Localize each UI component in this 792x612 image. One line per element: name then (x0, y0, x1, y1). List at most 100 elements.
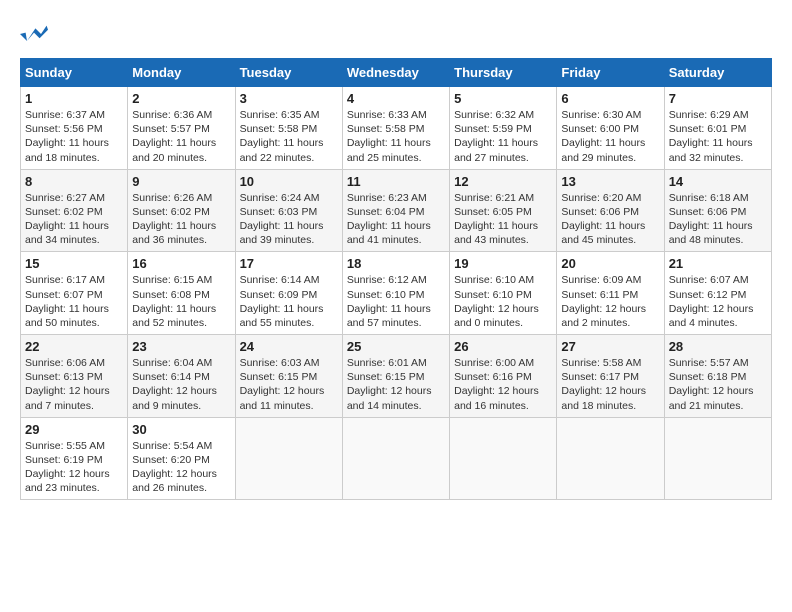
calendar-cell: 30 Sunrise: 5:54 AM Sunset: 6:20 PM Dayli… (128, 417, 235, 500)
day-number: 25 (347, 339, 445, 354)
header-cell-saturday: Saturday (664, 59, 771, 87)
calendar-cell: 9 Sunrise: 6:26 AM Sunset: 6:02 PM Daylig… (128, 169, 235, 252)
day-number: 11 (347, 174, 445, 189)
calendar-cell: 21 Sunrise: 6:07 AM Sunset: 6:12 PM Dayli… (664, 252, 771, 335)
day-info: Sunrise: 6:09 AM Sunset: 6:11 PM Dayligh… (561, 273, 659, 330)
day-number: 8 (25, 174, 123, 189)
calendar-cell: 5Sunrise: 6:32 AM Sunset: 5:59 PM Daylig… (450, 87, 557, 170)
day-info: Sunrise: 6:26 AM Sunset: 6:02 PM Dayligh… (132, 191, 230, 248)
calendar-cell (557, 417, 664, 500)
calendar-cell: 25 Sunrise: 6:01 AM Sunset: 6:15 PM Dayli… (342, 335, 449, 418)
day-info: Sunrise: 6:35 AM Sunset: 5:58 PM Dayligh… (240, 108, 338, 165)
logo-icon (20, 20, 48, 48)
day-info: Sunrise: 5:55 AM Sunset: 6:19 PM Dayligh… (25, 439, 123, 496)
calendar-week-2: 8 Sunrise: 6:27 AM Sunset: 6:02 PM Daylig… (21, 169, 772, 252)
header-cell-thursday: Thursday (450, 59, 557, 87)
day-number: 10 (240, 174, 338, 189)
day-info: Sunrise: 6:18 AM Sunset: 6:06 PM Dayligh… (669, 191, 767, 248)
day-info: Sunrise: 6:14 AM Sunset: 6:09 PM Dayligh… (240, 273, 338, 330)
day-info: Sunrise: 6:04 AM Sunset: 6:14 PM Dayligh… (132, 356, 230, 413)
calendar-header: SundayMondayTuesdayWednesdayThursdayFrid… (21, 59, 772, 87)
day-number: 30 (132, 422, 230, 437)
calendar-cell: 1 Sunrise: 6:37 AM Sunset: 5:56 PM Daylig… (21, 87, 128, 170)
calendar-cell: 22 Sunrise: 6:06 AM Sunset: 6:13 PM Dayli… (21, 335, 128, 418)
day-info: Sunrise: 6:24 AM Sunset: 6:03 PM Dayligh… (240, 191, 338, 248)
day-number: 9 (132, 174, 230, 189)
day-info: Sunrise: 6:10 AM Sunset: 6:10 PM Dayligh… (454, 273, 552, 330)
day-info: Sunrise: 5:54 AM Sunset: 6:20 PM Dayligh… (132, 439, 230, 496)
day-info: Sunrise: 6:03 AM Sunset: 6:15 PM Dayligh… (240, 356, 338, 413)
calendar-cell: 20 Sunrise: 6:09 AM Sunset: 6:11 PM Dayli… (557, 252, 664, 335)
day-number: 4 (347, 91, 445, 106)
calendar-cell: 2 Sunrise: 6:36 AM Sunset: 5:57 PM Daylig… (128, 87, 235, 170)
calendar-week-1: 1 Sunrise: 6:37 AM Sunset: 5:56 PM Daylig… (21, 87, 772, 170)
calendar-cell: 12 Sunrise: 6:21 AM Sunset: 6:05 PM Dayli… (450, 169, 557, 252)
day-number: 18 (347, 256, 445, 271)
calendar-cell: 16 Sunrise: 6:15 AM Sunset: 6:08 PM Dayli… (128, 252, 235, 335)
calendar-cell: 8 Sunrise: 6:27 AM Sunset: 6:02 PM Daylig… (21, 169, 128, 252)
calendar-cell: 29 Sunrise: 5:55 AM Sunset: 6:19 PM Dayli… (21, 417, 128, 500)
day-number: 24 (240, 339, 338, 354)
day-info: Sunrise: 6:12 AM Sunset: 6:10 PM Dayligh… (347, 273, 445, 330)
calendar-cell: 24 Sunrise: 6:03 AM Sunset: 6:15 PM Dayli… (235, 335, 342, 418)
day-info: Sunrise: 6:06 AM Sunset: 6:13 PM Dayligh… (25, 356, 123, 413)
day-info: Sunrise: 6:20 AM Sunset: 6:06 PM Dayligh… (561, 191, 659, 248)
day-info: Sunrise: 6:36 AM Sunset: 5:57 PM Dayligh… (132, 108, 230, 165)
logo (20, 20, 52, 48)
day-number: 13 (561, 174, 659, 189)
day-number: 15 (25, 256, 123, 271)
day-info: Sunrise: 6:30 AM Sunset: 6:00 PM Dayligh… (561, 108, 659, 165)
day-number: 7 (669, 91, 767, 106)
day-info: Sunrise: 6:27 AM Sunset: 6:02 PM Dayligh… (25, 191, 123, 248)
calendar-cell: 17 Sunrise: 6:14 AM Sunset: 6:09 PM Dayli… (235, 252, 342, 335)
calendar-cell: 15 Sunrise: 6:17 AM Sunset: 6:07 PM Dayli… (21, 252, 128, 335)
calendar-cell: 4Sunrise: 6:33 AM Sunset: 5:58 PM Daylig… (342, 87, 449, 170)
calendar-cell: 10 Sunrise: 6:24 AM Sunset: 6:03 PM Dayli… (235, 169, 342, 252)
header-cell-tuesday: Tuesday (235, 59, 342, 87)
day-info: Sunrise: 6:37 AM Sunset: 5:56 PM Dayligh… (25, 108, 123, 165)
page-header (20, 20, 772, 48)
day-number: 14 (669, 174, 767, 189)
day-info: Sunrise: 6:29 AM Sunset: 6:01 PM Dayligh… (669, 108, 767, 165)
day-number: 20 (561, 256, 659, 271)
calendar-body: 1 Sunrise: 6:37 AM Sunset: 5:56 PM Daylig… (21, 87, 772, 500)
calendar-table: SundayMondayTuesdayWednesdayThursdayFrid… (20, 58, 772, 500)
day-number: 23 (132, 339, 230, 354)
day-number: 22 (25, 339, 123, 354)
header-cell-wednesday: Wednesday (342, 59, 449, 87)
calendar-cell: 23 Sunrise: 6:04 AM Sunset: 6:14 PM Dayli… (128, 335, 235, 418)
day-number: 26 (454, 339, 552, 354)
day-info: Sunrise: 6:01 AM Sunset: 6:15 PM Dayligh… (347, 356, 445, 413)
day-number: 2 (132, 91, 230, 106)
calendar-week-5: 29 Sunrise: 5:55 AM Sunset: 6:19 PM Dayli… (21, 417, 772, 500)
header-cell-monday: Monday (128, 59, 235, 87)
calendar-cell: 7 Sunrise: 6:29 AM Sunset: 6:01 PM Daylig… (664, 87, 771, 170)
calendar-cell: 18 Sunrise: 6:12 AM Sunset: 6:10 PM Dayli… (342, 252, 449, 335)
calendar-week-4: 22 Sunrise: 6:06 AM Sunset: 6:13 PM Dayli… (21, 335, 772, 418)
calendar-cell: 28Sunrise: 5:57 AM Sunset: 6:18 PM Dayli… (664, 335, 771, 418)
header-cell-sunday: Sunday (21, 59, 128, 87)
day-number: 16 (132, 256, 230, 271)
calendar-cell: 13 Sunrise: 6:20 AM Sunset: 6:06 PM Dayli… (557, 169, 664, 252)
day-info: Sunrise: 6:17 AM Sunset: 6:07 PM Dayligh… (25, 273, 123, 330)
calendar-cell (450, 417, 557, 500)
day-number: 21 (669, 256, 767, 271)
day-info: Sunrise: 6:15 AM Sunset: 6:08 PM Dayligh… (132, 273, 230, 330)
calendar-cell (235, 417, 342, 500)
day-info: Sunrise: 6:23 AM Sunset: 6:04 PM Dayligh… (347, 191, 445, 248)
calendar-cell: 19 Sunrise: 6:10 AM Sunset: 6:10 PM Dayli… (450, 252, 557, 335)
calendar-cell: 3 Sunrise: 6:35 AM Sunset: 5:58 PM Daylig… (235, 87, 342, 170)
day-info: Sunrise: 5:57 AM Sunset: 6:18 PM Dayligh… (669, 356, 767, 413)
day-number: 19 (454, 256, 552, 271)
calendar-cell: 26Sunrise: 6:00 AM Sunset: 6:16 PM Dayli… (450, 335, 557, 418)
day-number: 29 (25, 422, 123, 437)
calendar-cell (664, 417, 771, 500)
day-info: Sunrise: 6:07 AM Sunset: 6:12 PM Dayligh… (669, 273, 767, 330)
day-info: Sunrise: 5:58 AM Sunset: 6:17 PM Dayligh… (561, 356, 659, 413)
day-number: 12 (454, 174, 552, 189)
header-row: SundayMondayTuesdayWednesdayThursdayFrid… (21, 59, 772, 87)
day-number: 3 (240, 91, 338, 106)
day-number: 17 (240, 256, 338, 271)
day-info: Sunrise: 6:21 AM Sunset: 6:05 PM Dayligh… (454, 191, 552, 248)
day-number: 1 (25, 91, 123, 106)
